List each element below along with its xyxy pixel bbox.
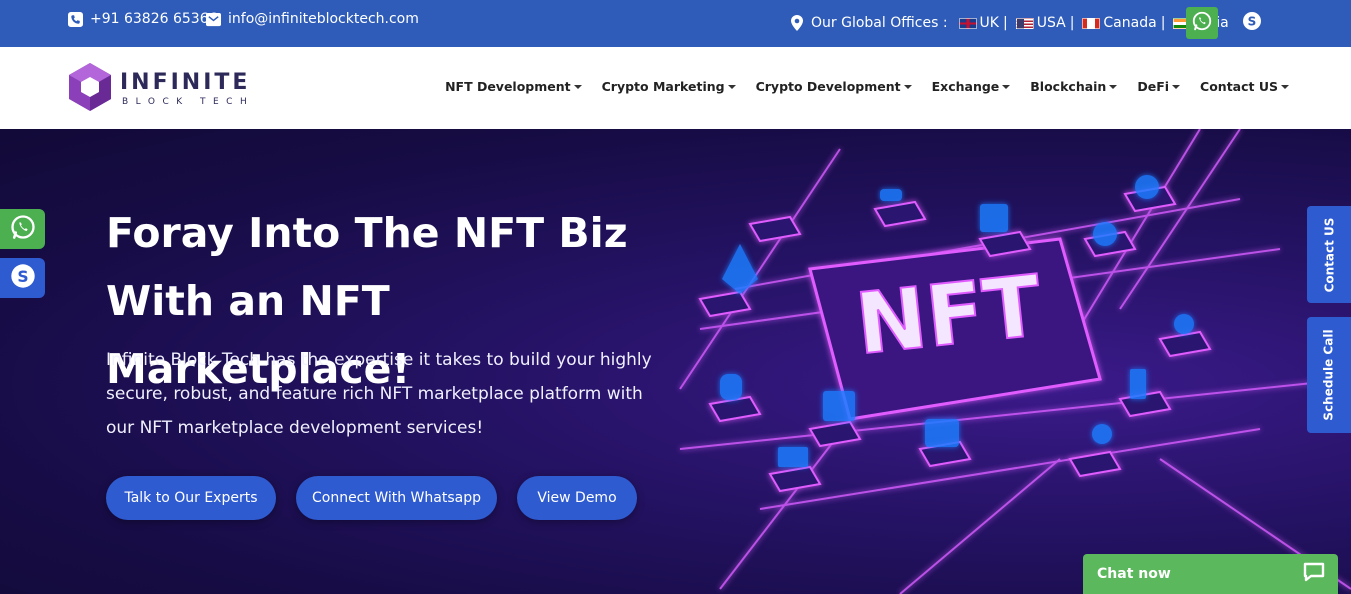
office-uk[interactable]: UK (980, 15, 999, 31)
whatsapp-icon (1191, 10, 1213, 36)
hexagon-logo-icon (66, 61, 114, 117)
phone-icon (68, 11, 83, 27)
contact-us-tab-label: Contact US (1322, 217, 1336, 292)
main-navbar: INFINITE BLOCK TECH NFT Development Cryp… (0, 47, 1351, 129)
whatsapp-top-button[interactable] (1186, 7, 1218, 39)
skype-top-button[interactable]: S (1242, 11, 1262, 35)
nav-blockchain[interactable]: Blockchain (1030, 79, 1118, 94)
offices-label: Our Global Offices : (811, 15, 948, 31)
chat-bubble-icon (1302, 561, 1326, 587)
logo-subtitle: BLOCK TECH (122, 96, 255, 107)
svg-text:S: S (17, 268, 28, 286)
nav-nft-development[interactable]: NFT Development (445, 79, 582, 94)
svg-text:S: S (1248, 15, 1257, 29)
office-usa[interactable]: USA (1037, 15, 1066, 31)
schedule-call-tab-label: Schedule Call (1322, 329, 1337, 421)
map-pin-icon (789, 15, 804, 31)
talk-to-experts-button[interactable]: Talk to Our Experts (106, 476, 276, 520)
uk-flag-icon (958, 17, 977, 29)
envelope-icon (206, 12, 221, 27)
caret-down-icon (573, 84, 582, 89)
email-contact[interactable]: info@infiniteblocktech.com (206, 10, 419, 28)
main-menu: NFT Development Crypto Marketing Crypto … (445, 79, 1289, 94)
hero-section: NFT Foray Into The NFT Biz With an NFT M… (0, 129, 1351, 594)
caret-down-icon (1109, 84, 1118, 89)
nav-exchange[interactable]: Exchange (932, 79, 1011, 94)
caret-down-icon (903, 84, 912, 89)
nft-art-text: NFT (851, 257, 1045, 374)
canada-flag-icon (1082, 17, 1101, 29)
contact-us-tab[interactable]: Contact US (1307, 206, 1351, 303)
phone-number: +91 63826 65366 (90, 11, 218, 27)
chat-now-widget[interactable]: Chat now (1083, 554, 1338, 594)
whatsapp-side-button[interactable] (0, 209, 45, 249)
whatsapp-icon (9, 213, 37, 245)
chat-now-label: Chat now (1097, 566, 1171, 582)
logo-name: INFINITE (120, 69, 251, 95)
usa-flag-icon (1015, 17, 1034, 29)
connect-whatsapp-button[interactable]: Connect With Whatsapp (296, 476, 497, 520)
nav-defi[interactable]: DeFi (1137, 79, 1181, 94)
nft-neon-illustration: NFT (679, 129, 1351, 594)
caret-down-icon (1281, 84, 1289, 89)
schedule-call-tab[interactable]: Schedule Call (1307, 317, 1351, 433)
nav-crypto-development[interactable]: Crypto Development (756, 79, 912, 94)
caret-down-icon (727, 84, 736, 89)
hero-title-line-1: Foray Into The NFT Biz (106, 209, 628, 257)
nav-contact-us[interactable]: Contact US (1200, 79, 1289, 94)
skype-icon: S (10, 263, 36, 293)
caret-down-icon (1002, 84, 1011, 89)
hero-description: Infinite Block Tech has the expertise it… (106, 350, 652, 438)
site-logo[interactable]: INFINITE BLOCK TECH (66, 61, 254, 117)
office-canada[interactable]: Canada (1103, 15, 1156, 31)
skype-side-button[interactable]: S (0, 258, 45, 298)
skype-icon: S (1242, 11, 1262, 35)
caret-down-icon (1172, 84, 1181, 89)
nav-crypto-marketing[interactable]: Crypto Marketing (602, 79, 736, 94)
top-bar: +91 63826 65366 info@infiniteblocktech.c… (0, 0, 1351, 47)
view-demo-button[interactable]: View Demo (517, 476, 637, 520)
global-offices: Our Global Offices : UK|USA|Canada|India (789, 14, 1229, 32)
phone-contact[interactable]: +91 63826 65366 (68, 10, 218, 28)
email-address: info@infiniteblocktech.com (228, 11, 419, 27)
